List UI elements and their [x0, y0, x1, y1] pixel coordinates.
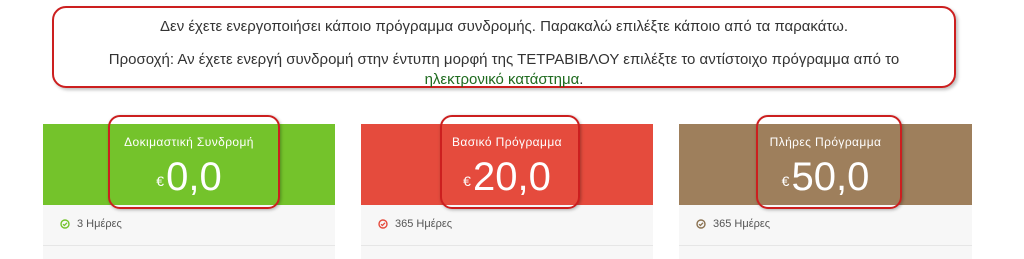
- plan-duration: 365 Ημέρες: [713, 218, 771, 230]
- check-circle-icon: [60, 219, 70, 229]
- highlight-ring-full: [756, 115, 902, 209]
- highlight-ring-basic: [440, 115, 580, 209]
- check-circle-icon: [378, 219, 388, 229]
- notice-warning-text: Προσοχή: Αν έχετε ενεργή συνδρομή στην έ…: [108, 51, 900, 68]
- check-circle-icon: [696, 219, 706, 229]
- eshop-link[interactable]: ηλεκτρονικό κατάστημα: [425, 71, 580, 88]
- highlight-ring-trial: [108, 115, 280, 209]
- plan-feature: 365 Ημέρες: [679, 205, 972, 246]
- plan-duration: 365 Ημέρες: [395, 218, 453, 230]
- plan-feature: 3 Ημέρες: [43, 205, 335, 246]
- notice-period: .: [579, 71, 584, 88]
- subscription-notice: Δεν έχετε ενεργοποιήσει κάποιο πρόγραμμα…: [52, 6, 956, 88]
- plan-feature: 365 Ημέρες: [361, 205, 653, 246]
- notice-line-2: Προσοχή: Αν έχετε ενεργή συνδρομή στην έ…: [54, 50, 954, 90]
- plan-duration: 3 Ημέρες: [77, 218, 122, 230]
- notice-line-1: Δεν έχετε ενεργοποιήσει κάποιο πρόγραμμα…: [159, 18, 849, 35]
